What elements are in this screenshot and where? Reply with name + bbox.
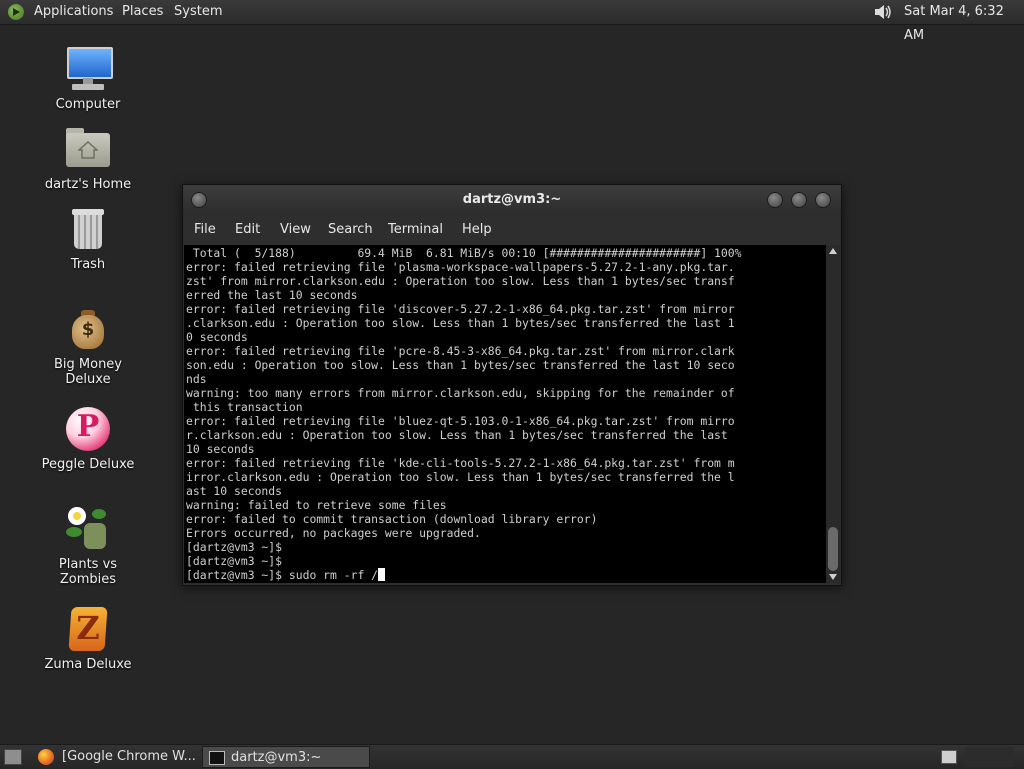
terminal-line: son.edu : Operation too slow. Less than … <box>186 358 735 372</box>
desktop-icon-plants-vs-zombies[interactable]: Plants vs Zombies <box>33 505 143 587</box>
terminal-line: this transaction <box>186 400 303 414</box>
taskbar-item-label: [Google Chrome W... <box>62 749 196 764</box>
money-bag-icon: $ <box>64 305 112 353</box>
menu-file[interactable]: File <box>194 215 216 245</box>
desktop-icon-label: Peggle Deluxe <box>41 457 135 472</box>
menu-help[interactable]: Help <box>462 215 492 245</box>
terminal-line: error: failed to commit transaction (dow… <box>186 512 598 526</box>
desktop-icon-label: dartz's Home <box>44 177 132 192</box>
desktop-icon-label: Computer <box>55 97 121 112</box>
bottom-panel: [Google Chrome W... dartz@vm3:~ <box>0 744 1024 769</box>
workspace-switcher[interactable] <box>941 750 957 764</box>
terminal-line: warning: failed to retrieve some files <box>186 498 447 512</box>
window-titlebar[interactable]: dartz@vm3:~ <box>183 185 841 215</box>
scroll-down-icon[interactable] <box>829 574 837 580</box>
terminal-line: error: failed retrieving file 'bluez-qt-… <box>186 414 735 428</box>
terminal-command: [dartz@vm3 ~]$ sudo rm -rf / <box>186 568 379 582</box>
desktop-icon-computer[interactable]: Computer <box>33 45 143 112</box>
terminal-line: warning: too many errors from mirror.cla… <box>186 386 735 400</box>
terminal-line: erred the last 10 seconds <box>186 288 358 302</box>
taskbar-item-label: dartz@vm3:~ <box>231 750 322 765</box>
zuma-icon: Z <box>64 605 112 653</box>
workspace-area[interactable] <box>966 747 1014 767</box>
os-logo-icon[interactable] <box>8 4 24 20</box>
window-title: dartz@vm3:~ <box>462 192 562 207</box>
places-menu[interactable]: Places <box>122 0 163 24</box>
desktop-icon-label: Trash <box>70 257 106 272</box>
terminal-icon <box>209 751 225 765</box>
show-desktop-button[interactable] <box>4 749 22 765</box>
desktop-icon-label: Big Money Deluxe <box>53 357 122 387</box>
menu-view[interactable]: View <box>280 215 311 245</box>
text-cursor <box>378 568 386 581</box>
terminal-line: 0 seconds <box>186 330 248 344</box>
applications-menu[interactable]: Applications <box>34 0 113 24</box>
terminal-line: nds <box>186 372 207 386</box>
firefox-icon <box>38 749 54 765</box>
desktop-icon-zuma[interactable]: Z Zuma Deluxe <box>33 605 143 672</box>
terminal-line: [dartz@vm3 ~]$ <box>186 554 283 568</box>
terminal-line: error: failed retrieving file 'plasma-wo… <box>186 260 735 274</box>
menu-search[interactable]: Search <box>328 215 373 245</box>
terminal-line: Errors occurred, no packages were upgrad… <box>186 526 481 540</box>
scroll-thumb[interactable] <box>828 527 838 571</box>
terminal-line: Total ( 5/188) 69.4 MiB 6.81 MiB/s 00:10… <box>186 246 742 260</box>
terminal-prompt-line: [dartz@vm3 ~]$ sudo rm -rf / <box>186 568 386 582</box>
taskbar-item-terminal[interactable]: dartz@vm3:~ <box>202 746 370 768</box>
maximize-button[interactable] <box>791 192 807 208</box>
home-folder-icon <box>64 125 112 173</box>
desktop-icon-label: Plants vs Zombies <box>58 557 118 587</box>
menu-edit[interactable]: Edit <box>235 215 260 245</box>
desktop-icon-label: Zuma Deluxe <box>44 657 132 672</box>
terminal-line: 10 seconds <box>186 442 255 456</box>
terminal-window[interactable]: dartz@vm3:~ File Edit View Search Termin… <box>182 184 842 586</box>
terminal-output[interactable]: Total ( 5/188) 69.4 MiB 6.81 MiB/s 00:10… <box>184 245 826 583</box>
terminal-line: .clarkson.edu : Operation too slow. Less… <box>186 316 735 330</box>
clock[interactable]: Sat Mar 4, 6:32 AM <box>904 0 1024 48</box>
desktop-icon-big-money[interactable]: $ Big Money Deluxe <box>33 305 143 387</box>
terminal-scrollbar[interactable] <box>826 245 840 583</box>
desktop-icon-home[interactable]: dartz's Home <box>33 125 143 192</box>
system-menu[interactable]: System <box>174 0 222 24</box>
terminal-menubar: File Edit View Search Terminal Help <box>183 215 841 245</box>
terminal-line: error: failed retrieving file 'pcre-8.45… <box>186 344 735 358</box>
desktop-icon-peggle[interactable]: P Peggle Deluxe <box>33 405 143 472</box>
terminal-line: [dartz@vm3 ~]$ <box>186 540 283 554</box>
minimize-button[interactable] <box>767 192 783 208</box>
desktop-icon-trash[interactable]: Trash <box>33 205 143 272</box>
taskbar-item-chrome[interactable]: [Google Chrome W... <box>34 746 196 768</box>
menu-terminal[interactable]: Terminal <box>388 215 443 245</box>
speaker-icon[interactable] <box>873 3 893 21</box>
peggle-icon: P <box>64 405 112 453</box>
plants-vs-zombies-icon <box>64 505 112 553</box>
close-button[interactable] <box>815 192 831 208</box>
terminal-line: zst' from mirror.clarkson.edu : Operatio… <box>186 274 735 288</box>
terminal-line: error: failed retrieving file 'discover-… <box>186 302 735 316</box>
top-panel: Applications Places System Sat Mar 4, 6:… <box>0 0 1024 43</box>
computer-icon <box>64 45 113 93</box>
terminal-line: ast 10 seconds <box>186 484 283 498</box>
terminal-line: irror.clarkson.edu : Operation too slow.… <box>186 470 735 484</box>
terminal-line: r.clarkson.edu : Operation too slow. Les… <box>186 428 728 442</box>
scroll-up-icon[interactable] <box>829 248 837 254</box>
terminal-line: error: failed retrieving file 'kde-cli-t… <box>186 456 735 470</box>
trash-icon <box>64 205 112 253</box>
